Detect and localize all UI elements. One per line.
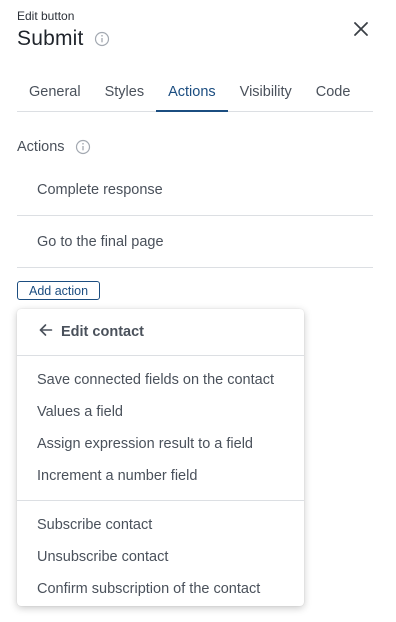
menu-group-subscription: Subscribe contact Unsubscribe contact Co… — [17, 501, 304, 605]
action-menu-dropdown: Edit contact Save connected fields on th… — [17, 309, 304, 606]
menu-item[interactable]: Subscribe contact — [17, 509, 304, 541]
page-title: Submit — [17, 27, 84, 50]
close-icon — [353, 21, 369, 42]
tab-code[interactable]: Code — [304, 74, 363, 111]
actions-section-label: Actions — [17, 139, 65, 155]
tab-visibility[interactable]: Visibility — [228, 74, 304, 111]
menu-item[interactable]: Values a field — [17, 396, 304, 428]
edit-button-panel: Edit button Submit General Styles Action… — [0, 0, 396, 622]
menu-item[interactable]: Assign expression result to a field — [17, 428, 304, 460]
back-to-edit-contact[interactable]: Edit contact — [17, 309, 304, 356]
tab-styles[interactable]: Styles — [93, 74, 157, 111]
action-item-complete-response[interactable]: Complete response — [17, 165, 373, 216]
menu-header-label: Edit contact — [61, 324, 144, 340]
menu-item[interactable]: Increment a number field — [17, 460, 304, 492]
actions-section-header: Actions — [17, 139, 91, 155]
menu-item[interactable]: Confirm subscription of the contact — [17, 573, 304, 605]
tab-bar: General Styles Actions Visibility Code — [17, 74, 373, 112]
tab-actions[interactable]: Actions — [156, 74, 228, 112]
close-button[interactable] — [350, 20, 372, 42]
action-item-go-to-final-page[interactable]: Go to the final page — [17, 217, 373, 268]
tab-general[interactable]: General — [17, 74, 93, 111]
title-row: Submit — [17, 27, 110, 51]
arrow-left-icon — [39, 323, 53, 342]
menu-item[interactable]: Unsubscribe contact — [17, 541, 304, 573]
add-action-button[interactable]: Add action — [17, 281, 101, 300]
panel-subtitle: Edit button — [17, 9, 75, 23]
menu-group-fields: Save connected fields on the contact Val… — [17, 356, 304, 501]
info-icon[interactable] — [94, 31, 110, 47]
menu-item[interactable]: Save connected fields on the contact — [17, 364, 304, 396]
info-icon[interactable] — [75, 139, 91, 155]
